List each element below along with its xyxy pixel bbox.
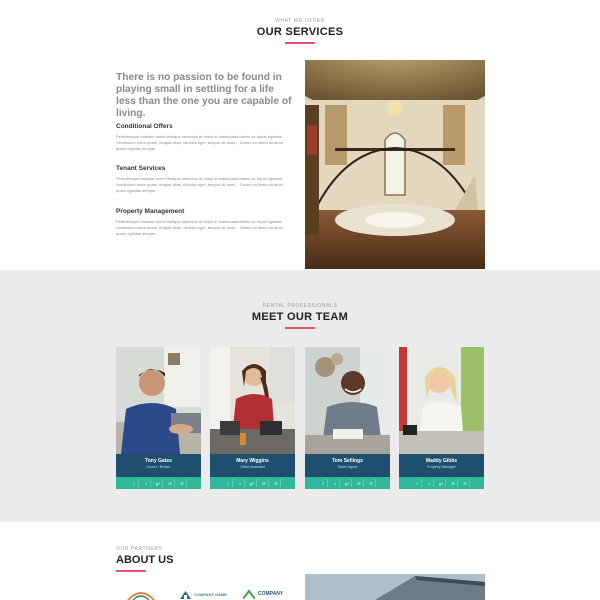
email-icon[interactable]: ✉ [450, 479, 458, 487]
services-eyebrow: WHAT WE OFFER [275, 18, 325, 24]
team-member-name: Tom Sellings [332, 458, 363, 464]
team-member-info: Tony Gates Owner / Broker [116, 454, 201, 477]
team-member-role: Property Manager [427, 465, 456, 469]
facebook-icon[interactable]: f [131, 479, 139, 487]
team-eyebrow: RENTAL PROFESSIONALS [262, 303, 338, 309]
facebook-icon[interactable]: f [225, 479, 233, 487]
team-card[interactable]: Mary Wiggins Office Assistant f t g+ ✉ ✆ [210, 347, 295, 489]
services-section: WHAT WE OFFER OUR SERVICES There is no p… [0, 0, 600, 270]
house-logo-icon [180, 591, 191, 599]
google-plus-icon[interactable]: g+ [344, 479, 352, 487]
service-heading: Conditional Offers [116, 123, 173, 130]
partner-logo-text: COMPANY NAME [194, 591, 227, 597]
twitter-icon[interactable]: t [426, 479, 434, 487]
team-member-name: Tony Gates [145, 458, 172, 464]
facebook-icon[interactable]: f [320, 479, 328, 487]
team-member-photo [116, 347, 201, 454]
team-member-info: Tom Sellings Sales Agent [305, 454, 390, 477]
team-card[interactable]: Tony Gates Owner / Broker f t g+ ✉ ✆ [116, 347, 201, 489]
team-member-name: Maddy Gibbs [425, 458, 458, 464]
service-description: Pellentesque habitant morbi tristique se… [116, 134, 283, 151]
team-member-role: Office Assistant [240, 465, 265, 469]
google-plus-icon[interactable]: g+ [438, 479, 446, 487]
services-lead-text: There is no passion to be found in playi… [116, 72, 292, 119]
team-member-role: Sales Agent [337, 465, 358, 469]
google-plus-icon[interactable]: g+ [155, 479, 163, 487]
twitter-icon[interactable]: t [143, 479, 151, 487]
team-title-rule [285, 327, 315, 329]
team-member-photo [399, 347, 484, 454]
twitter-icon[interactable]: t [237, 479, 245, 487]
service-description: Pellentesque habitant morbi tristique se… [116, 219, 283, 236]
facebook-icon[interactable]: f [414, 479, 422, 487]
email-icon[interactable]: ✉ [167, 479, 175, 487]
partner-logo-text: COMPANY [258, 591, 284, 597]
phone-icon[interactable]: ✆ [273, 479, 281, 487]
service-heading: Property Management [116, 208, 185, 215]
service-description: Pellentesque habitant morbi tristique se… [116, 176, 283, 193]
team-member-photo [210, 347, 295, 454]
foyer-photo [305, 60, 485, 269]
building-photo [305, 574, 485, 600]
team-card[interactable]: Tom Sellings Sales Agent f t g+ ✉ ✆ [305, 347, 390, 489]
team-section: RENTAL PROFESSIONALS MEET OUR TEAM Tony … [0, 270, 600, 522]
about-title: ABOUT US [116, 554, 174, 566]
partner-logo: COMPANY NAME [180, 588, 227, 600]
roof-logo-icon [243, 589, 255, 599]
about-eyebrow: OUR PARTNERS [116, 546, 163, 552]
social-bar: f t g+ ✉ ✆ [210, 477, 295, 489]
team-member-info: Maddy Gibbs Property Manager [399, 454, 484, 477]
team-member-photo [305, 347, 390, 454]
google-plus-icon[interactable]: g+ [249, 479, 257, 487]
team-member-role: Owner / Broker [146, 465, 171, 469]
service-heading: Tenant Services [116, 165, 166, 172]
twitter-icon[interactable]: t [332, 479, 340, 487]
phone-icon[interactable]: ✆ [462, 479, 470, 487]
sunrise-logo-icon [127, 592, 155, 600]
social-bar: f t g+ ✉ ✆ [116, 477, 201, 489]
team-member-info: Mary Wiggins Office Assistant [210, 454, 295, 477]
phone-icon[interactable]: ✆ [368, 479, 376, 487]
social-bar: f t g+ ✉ ✆ [399, 477, 484, 489]
team-member-name: Mary Wiggins [236, 458, 269, 464]
team-card[interactable]: Maddy Gibbs Property Manager f t g+ ✉ ✆ [399, 347, 484, 489]
email-icon[interactable]: ✉ [261, 479, 269, 487]
service-item: Tenant Services Pellentesque habitant mo… [116, 165, 294, 194]
services-title-rule [285, 42, 315, 44]
about-section: OUR PARTNERS ABOUT US COMPANY NAME COMPA… [0, 522, 600, 600]
partner-logo: COMPANY [243, 588, 283, 600]
partner-logo [124, 588, 158, 600]
about-title-rule [116, 570, 146, 572]
email-icon[interactable]: ✉ [356, 479, 364, 487]
team-title: MEET OUR TEAM [251, 311, 349, 323]
service-item: Property Management Pellentesque habitan… [116, 208, 294, 237]
phone-icon[interactable]: ✆ [179, 479, 187, 487]
service-item: Conditional Offers Pellentesque habitant… [116, 123, 294, 152]
social-bar: f t g+ ✉ ✆ [305, 477, 390, 489]
services-title: OUR SERVICES [256, 26, 344, 38]
